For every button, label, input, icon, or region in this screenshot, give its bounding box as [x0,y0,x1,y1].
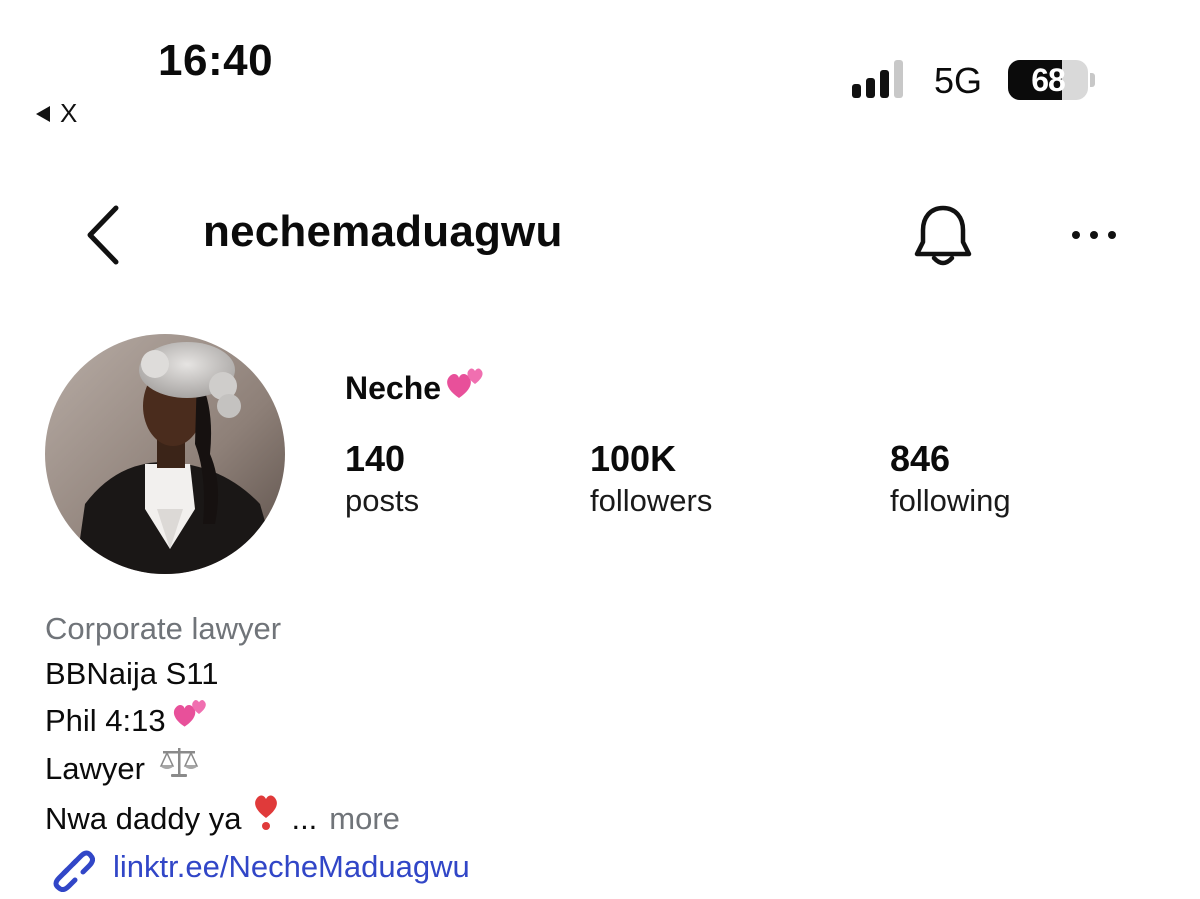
battery-nub [1090,73,1095,87]
more-link[interactable]: more [329,796,400,841]
chevron-left-icon [87,205,119,265]
bio-line: BBNaija S11 [45,651,400,696]
link-icon [53,850,95,892]
bio-line-text: Lawyer [45,750,145,786]
bio-line-text: Phil 4:13 [45,702,166,738]
stat-following-label: following [890,483,1011,518]
profile-link[interactable]: linktr.ee/NecheMaduagwu [45,842,470,892]
profile-bio: Corporate lawyer BBNaija S11 Phil 4:13 L… [45,606,400,844]
two-hearts-icon [443,364,487,412]
network-type: 5G [934,60,983,101]
stat-followers-value: 100K [590,438,677,479]
back-button[interactable] [80,200,130,270]
page-title: nechemaduagwu [203,207,563,256]
two-hearts-icon [170,696,210,744]
scales-icon [157,744,201,792]
stat-posts-label: posts [345,483,420,518]
battery-level: 68 [1031,61,1066,98]
notifications-button[interactable] [910,202,976,270]
stat-followers[interactable]: 100K followers [590,438,712,522]
cellular-signal-icon [852,60,903,98]
exclamation-heart-icon [251,792,281,844]
bell-icon [914,205,972,266]
stat-followers-label: followers [590,483,713,518]
bio-ellipsis: ... [291,800,318,836]
bio-line: Nwa daddy ya ... more [45,792,400,844]
bio-line-text: BBNaija S11 [45,656,219,691]
status-time: 16:40 [158,36,274,85]
more-options-button[interactable] [1064,215,1124,255]
back-to-app-button[interactable]: X [36,98,77,129]
profile-avatar[interactable] [45,334,285,574]
back-to-app-label: X [60,98,78,128]
back-triangle-icon [36,105,50,122]
display-name: Neche [345,364,487,412]
more-dots-icon [1072,231,1116,239]
display-name-text: Neche [345,369,442,406]
bio-line-text: Nwa daddy ya [45,800,242,836]
bio-category: Corporate lawyer [45,611,282,646]
stat-following[interactable]: 846 following [890,438,1011,522]
avatar-image [45,334,285,574]
bio-line: Lawyer [45,744,400,792]
bio-line: Phil 4:13 [45,696,400,744]
stat-following-value: 846 [890,438,951,479]
battery-icon: 68 [1008,60,1088,100]
stat-posts[interactable]: 140 posts [345,438,419,522]
stat-posts-value: 140 [345,438,406,479]
profile-link-text[interactable]: linktr.ee/NecheMaduagwu [113,849,470,885]
